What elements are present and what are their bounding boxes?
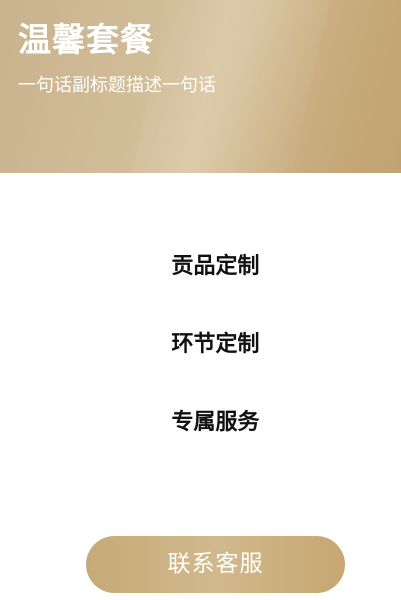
page-subtitle: 一句话副标题描述一句话 — [18, 75, 216, 96]
menu-item-exclusive-service[interactable]: 专属服务 — [0, 407, 401, 439]
page-title: 温馨套餐 — [18, 20, 154, 59]
menu-item-gift-customization[interactable]: 贡品定制 — [0, 251, 401, 283]
hero-banner: 温馨套餐 一句话副标题描述一句话 — [0, 0, 401, 173]
menu-item-ceremony-customization[interactable]: 环节定制 — [0, 329, 401, 361]
contact-support-button[interactable]: 联系客服 — [86, 536, 345, 593]
package-page: 温馨套餐 一句话副标题描述一句话 贡品定制 环节定制 专属服务 联系客服 — [0, 0, 401, 600]
